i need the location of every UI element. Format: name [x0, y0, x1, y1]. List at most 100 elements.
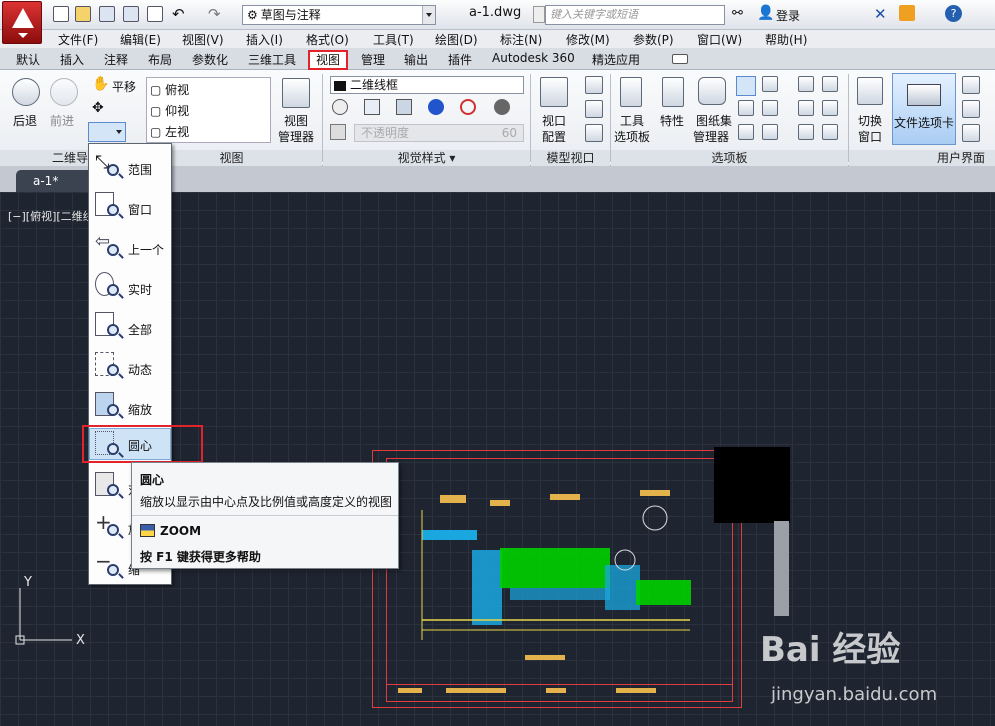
zoom-in-icon: +	[95, 512, 121, 540]
view-item-top[interactable]: ▢ 俯视	[150, 81, 189, 98]
visual-style-dropdown[interactable]: 二维线框	[330, 76, 524, 94]
switch-window-icon[interactable]	[857, 77, 883, 105]
tab-parametric[interactable]: 参数化	[192, 51, 228, 68]
zoom-split-button[interactable]	[88, 122, 126, 142]
ribbon-minimize-icon[interactable]	[672, 54, 688, 64]
panel-label-ui: 用户界面	[849, 150, 995, 166]
calculator-icon[interactable]	[762, 100, 778, 116]
menu-format[interactable]: 格式(O)	[306, 31, 349, 48]
tab-default[interactable]: 默认	[16, 51, 40, 68]
back-icon[interactable]	[12, 78, 40, 106]
cube-icon[interactable]	[364, 99, 380, 115]
tab-3d-tools[interactable]: 三维工具	[248, 51, 296, 68]
view-manager-icon[interactable]	[282, 78, 310, 108]
zoom-all-item[interactable]: 全部	[89, 307, 171, 347]
opacity-value: 60	[501, 126, 517, 140]
menu-file[interactable]: 文件(F)	[58, 31, 98, 48]
tab-featured-apps[interactable]: 精选应用	[592, 51, 640, 68]
search-input[interactable]: 键入关键字或短语	[545, 5, 725, 25]
zoom-realtime-label: 实时	[128, 283, 153, 297]
help-icon[interactable]: ?	[945, 5, 962, 22]
layout-vertical-icon[interactable]	[962, 100, 980, 118]
zoom-previous-item[interactable]: ⇦ 上一个	[89, 227, 171, 267]
exchange-icon[interactable]: ✕	[874, 5, 887, 23]
layout-tile-icon[interactable]	[962, 76, 980, 94]
view-item-bottom[interactable]: ▢ 仰视	[150, 102, 189, 119]
pan-icon[interactable]: ✋	[92, 76, 109, 92]
tab-plugins[interactable]: 插件	[448, 51, 472, 68]
view-item-left[interactable]: ▢ 左视	[150, 123, 189, 140]
tab-annotate[interactable]: 注释	[104, 51, 128, 68]
file-tabs-button[interactable]: 文件选项卡	[892, 73, 956, 145]
menu-parametric[interactable]: 参数(P)	[633, 31, 674, 48]
layout-cascade-icon[interactable]	[962, 124, 980, 142]
zoom-scale-item[interactable]: 缩放	[89, 387, 171, 427]
pan-label[interactable]: 平移	[112, 78, 136, 95]
orbit-icon[interactable]: ✥	[92, 100, 104, 116]
viewport-restore-icon[interactable]	[585, 124, 603, 142]
undo-icon[interactable]: ↶	[172, 5, 185, 23]
shadow-icon[interactable]	[460, 99, 476, 115]
menu-insert[interactable]: 插入(I)	[246, 31, 283, 48]
zoom-dynamic-item[interactable]: 动态	[89, 347, 171, 387]
tab-manage[interactable]: 管理	[361, 51, 385, 68]
open-file-icon[interactable]	[75, 6, 91, 22]
hatch-blue-base	[510, 588, 610, 600]
menu-help[interactable]: 帮助(H)	[765, 31, 807, 48]
viewport-controls[interactable]: [−][俯视][二维线	[8, 208, 94, 224]
menu-window[interactable]: 窗口(W)	[697, 31, 742, 48]
viewport-join-icon[interactable]	[585, 100, 603, 118]
palette-icon-6[interactable]	[762, 124, 778, 140]
menu-draw[interactable]: 绘图(D)	[435, 31, 478, 48]
palette-icon-7[interactable]	[798, 76, 814, 92]
palette-icon-3[interactable]	[738, 124, 754, 140]
redo-icon[interactable]: ↷	[208, 5, 221, 23]
search-expand-button[interactable]	[533, 6, 545, 23]
viewport-config-label-2: 配置	[542, 130, 567, 144]
sheetset-icon[interactable]	[698, 77, 726, 105]
edge-icon[interactable]	[332, 99, 348, 115]
menu-dimension[interactable]: 标注(N)	[500, 31, 542, 48]
properties-icon[interactable]	[662, 77, 684, 107]
palette-icon-2[interactable]	[738, 100, 754, 116]
face-icon[interactable]	[396, 99, 412, 115]
viewport-named-icon[interactable]	[585, 76, 603, 94]
zoom-realtime-item[interactable]: 实时	[89, 267, 171, 307]
opacity-slider[interactable]: 不透明度 60	[354, 124, 524, 142]
palette-toggle-icon[interactable]	[736, 76, 756, 96]
palette-icon-8[interactable]	[798, 100, 814, 116]
xray-icon[interactable]	[330, 124, 346, 140]
binoculars-icon[interactable]: ⚯	[732, 6, 743, 21]
palette-icon-12[interactable]	[822, 124, 838, 140]
tab-autodesk-360[interactable]: Autodesk 360	[492, 51, 575, 65]
new-file-icon[interactable]	[53, 6, 69, 22]
workspace-dropdown[interactable]: ⚙ 草图与注释	[242, 5, 436, 25]
viewport-config-icon[interactable]	[540, 77, 568, 107]
tab-layout[interactable]: 布局	[148, 51, 172, 68]
tab-output[interactable]: 输出	[404, 51, 428, 68]
menu-view[interactable]: 视图(V)	[182, 31, 224, 48]
menu-tools[interactable]: 工具(T)	[373, 31, 414, 48]
app-store-icon[interactable]	[899, 5, 915, 21]
zoom-window-item[interactable]: 窗口	[89, 187, 171, 227]
save-icon[interactable]	[99, 6, 115, 22]
palette-icon-10[interactable]	[822, 76, 838, 92]
menu-modify[interactable]: 修改(M)	[566, 31, 610, 48]
palette-icon-4[interactable]	[762, 76, 778, 92]
tab-insert[interactable]: 插入	[60, 51, 84, 68]
zoom-window-icon	[95, 192, 121, 220]
login-button[interactable]: 登录	[776, 7, 800, 24]
menu-edit[interactable]: 编辑(E)	[120, 31, 161, 48]
application-menu-button[interactable]	[2, 1, 42, 44]
panel-label-visual-styles[interactable]: 视觉样式 ▾	[323, 150, 530, 166]
zoom-extents-item[interactable]: ⤡ 范围	[89, 147, 171, 187]
print-icon[interactable]	[147, 6, 163, 22]
save-as-icon[interactable]	[123, 6, 139, 22]
palette-icon-9[interactable]	[798, 124, 814, 140]
color-sphere-icon[interactable]	[428, 99, 444, 115]
material-sphere-icon[interactable]	[494, 99, 510, 115]
tab-view[interactable]: 视图	[316, 51, 340, 68]
palette-icon-11[interactable]	[822, 100, 838, 116]
forward-icon	[50, 78, 78, 106]
tool-palette-icon[interactable]	[620, 77, 642, 107]
